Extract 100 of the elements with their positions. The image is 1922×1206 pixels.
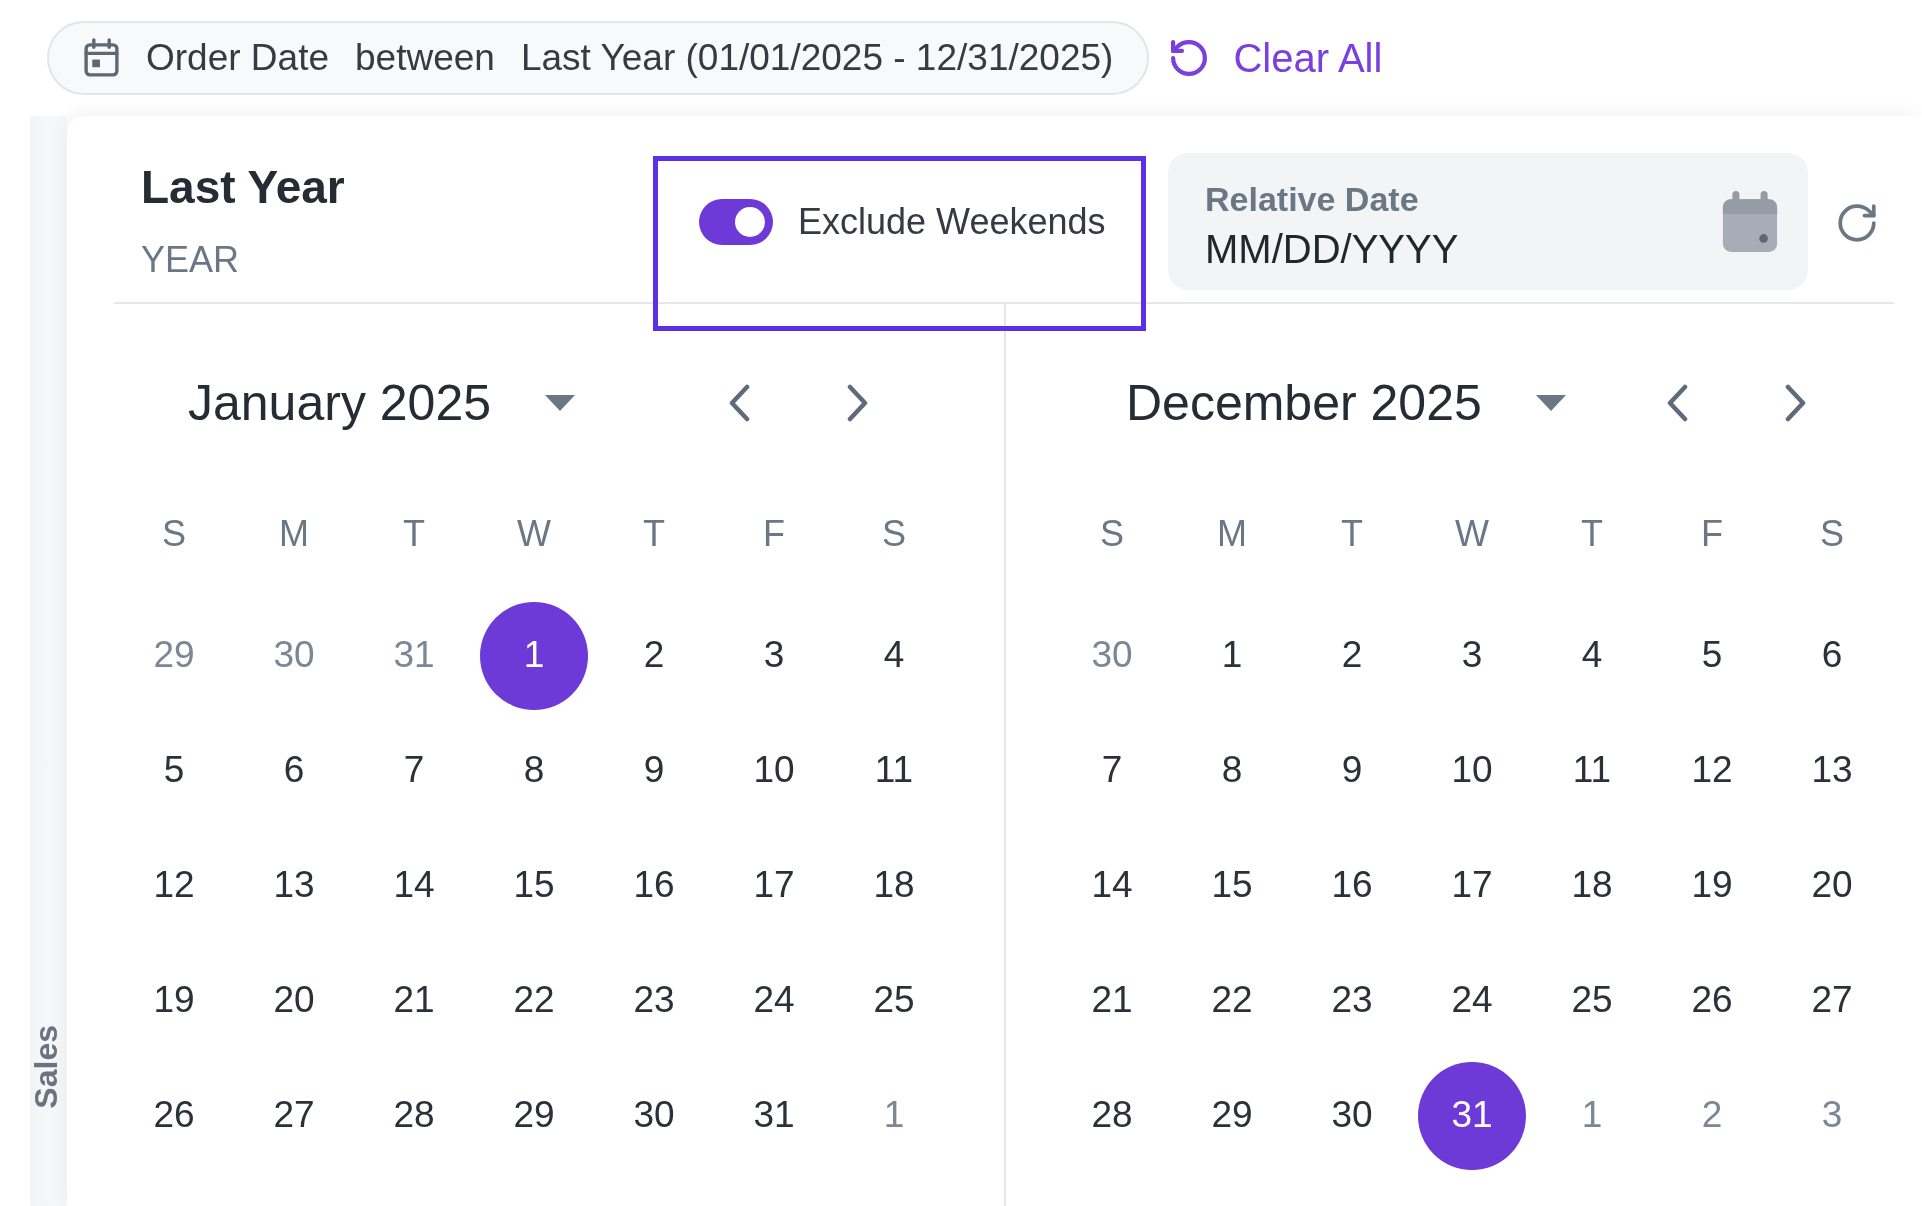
toggle-label: Exclude Weekends	[798, 200, 1106, 244]
day-button[interactable]: 26	[149, 1093, 199, 1138]
clear-all-button[interactable]: Clear All	[1171, 34, 1383, 82]
day-button[interactable]: 27	[269, 1093, 319, 1138]
caret-down-icon[interactable]	[1535, 395, 1566, 411]
chevron-left-icon[interactable]	[728, 384, 750, 422]
weekday-label: S	[1100, 511, 1124, 556]
day-button[interactable]: 3	[1817, 1093, 1847, 1138]
day-button[interactable]: 20	[1807, 863, 1857, 908]
chevron-left-icon[interactable]	[1666, 384, 1688, 422]
chevron-right-icon[interactable]	[1785, 384, 1807, 422]
day-button[interactable]: 30	[1327, 1093, 1377, 1138]
day-button[interactable]: 2	[1337, 633, 1367, 678]
day-button[interactable]: 1	[1217, 633, 1247, 678]
day-button[interactable]: 16	[629, 863, 679, 908]
day-button[interactable]: 23	[1327, 978, 1377, 1023]
day-button[interactable]: 18	[1567, 863, 1617, 908]
day-button[interactable]: 12	[1687, 748, 1737, 793]
day-button[interactable]: 16	[1327, 863, 1377, 908]
day-button[interactable]: 19	[149, 978, 199, 1023]
day-button[interactable]: 17	[1447, 863, 1497, 908]
day-button[interactable]: 10	[749, 748, 799, 793]
day-button[interactable]: 29	[1207, 1093, 1257, 1138]
day-button[interactable]: 26	[1687, 978, 1737, 1023]
day-button[interactable]: 15	[509, 863, 559, 908]
filter-value: Last Year (01/01/2025 - 12/31/2025)	[520, 35, 1114, 80]
preset-title: Last Year	[141, 160, 345, 215]
weekday-label: T	[1581, 511, 1603, 556]
day-button[interactable]: 13	[269, 863, 319, 908]
weekday-label: M	[279, 511, 309, 556]
day-button[interactable]: 3	[1457, 633, 1487, 678]
day-button[interactable]: 7	[399, 748, 429, 793]
weekday-label: S	[162, 511, 186, 556]
day-button[interactable]: 3	[759, 633, 789, 678]
day-button[interactable]: 30	[629, 1093, 679, 1138]
reset-icon[interactable]	[1838, 204, 1876, 242]
day-button[interactable]: 28	[389, 1093, 439, 1138]
day-button[interactable]: 27	[1807, 978, 1857, 1023]
day-button[interactable]: 15	[1207, 863, 1257, 908]
day-button[interactable]: 6	[279, 748, 309, 793]
day-button[interactable]: 21	[389, 978, 439, 1023]
day-button[interactable]: 13	[1807, 748, 1857, 793]
date-input[interactable]: MM/DD/YYYY	[1205, 224, 1480, 273]
day-button[interactable]: 24	[749, 978, 799, 1023]
day-button[interactable]: 21	[1087, 978, 1137, 1023]
weekday-label: T	[643, 511, 665, 556]
day-button[interactable]: 9	[639, 748, 669, 793]
day-button[interactable]: 31	[389, 633, 439, 678]
day-button[interactable]: 2	[639, 633, 669, 678]
side-tab-label[interactable]: Sales	[30, 1025, 67, 1109]
day-button[interactable]: 23	[629, 978, 679, 1023]
month-title: January 2025	[188, 374, 491, 433]
day-button[interactable]: 18	[869, 863, 919, 908]
day-button[interactable]: 9	[1337, 748, 1367, 793]
day-button[interactable]: 31	[1418, 1061, 1526, 1170]
day-button[interactable]: 19	[1687, 863, 1737, 908]
weekday-label: S	[882, 511, 906, 556]
weekday-label: F	[1701, 511, 1723, 556]
day-button[interactable]: 7	[1097, 748, 1127, 793]
weekday-label: W	[1455, 511, 1489, 556]
day-button[interactable]: 17	[749, 863, 799, 908]
weekday-label: T	[403, 511, 425, 556]
day-button[interactable]: 30	[1087, 633, 1137, 678]
day-button[interactable]: 31	[749, 1093, 799, 1138]
day-button[interactable]: 29	[509, 1093, 559, 1138]
day-button[interactable]: 2	[1697, 1093, 1727, 1138]
chevron-right-icon[interactable]	[847, 384, 869, 422]
day-button[interactable]: 20	[269, 978, 319, 1023]
day-button[interactable]: 1	[1577, 1093, 1607, 1138]
weekday-label: T	[1341, 511, 1363, 556]
day-button[interactable]: 29	[149, 633, 199, 678]
day-button[interactable]: 14	[1087, 863, 1137, 908]
day-button[interactable]: 30	[269, 633, 319, 678]
calendar-icon	[83, 38, 120, 78]
day-button[interactable]: 24	[1447, 978, 1497, 1023]
toggle-switch[interactable]	[699, 199, 773, 245]
caret-down-icon[interactable]	[545, 395, 575, 411]
day-button[interactable]: 25	[869, 978, 919, 1023]
day-button[interactable]: 5	[159, 748, 189, 793]
day-button[interactable]: 25	[1567, 978, 1617, 1023]
day-button[interactable]: 1	[879, 1093, 909, 1138]
filter-chip[interactable]: Order Date between Last Year (01/01/2025 - 12/31/2025)	[47, 21, 1150, 95]
day-button[interactable]: 28	[1087, 1093, 1137, 1138]
day-button[interactable]: 10	[1447, 748, 1497, 793]
day-button[interactable]: 1	[480, 601, 588, 710]
weekday-label: S	[1820, 511, 1844, 556]
day-button[interactable]: 4	[879, 633, 909, 678]
day-button[interactable]: 22	[509, 978, 559, 1023]
filter-operator: between	[355, 35, 495, 80]
day-button[interactable]: 11	[870, 748, 918, 793]
day-button[interactable]: 6	[1817, 633, 1847, 678]
day-button[interactable]: 4	[1577, 633, 1607, 678]
day-button[interactable]: 14	[389, 863, 439, 908]
month-title: December 2025	[1126, 374, 1482, 433]
day-button[interactable]: 22	[1207, 978, 1257, 1023]
day-button[interactable]: 12	[149, 863, 199, 908]
day-button[interactable]: 8	[519, 748, 549, 793]
day-button[interactable]: 11	[1568, 748, 1616, 793]
day-button[interactable]: 5	[1697, 633, 1727, 678]
day-button[interactable]: 8	[1217, 748, 1247, 793]
